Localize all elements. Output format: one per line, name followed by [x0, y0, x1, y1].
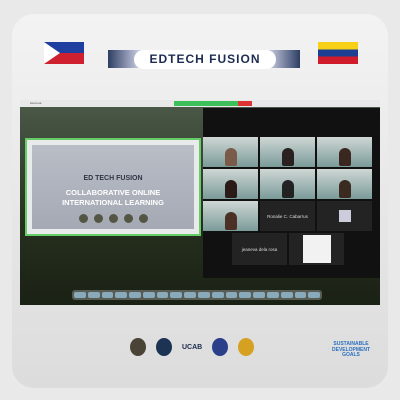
participant-name-tile[interactable]: jeaneva dela rosa: [232, 233, 287, 265]
venezuela-flag-icon: [318, 42, 358, 64]
zoom-sharing-indicator[interactable]: [174, 101, 252, 106]
video-tile[interactable]: [260, 169, 315, 199]
university-shield-icon: [156, 338, 172, 356]
participant-avatar-tile[interactable]: [317, 201, 372, 231]
participant-avatar-tile[interactable]: [289, 233, 344, 265]
app-icon[interactable]: [115, 292, 128, 298]
app-icon[interactable]: [294, 292, 307, 298]
page-title: EDTECH FUSION: [134, 50, 276, 69]
app-icon[interactable]: [198, 292, 210, 298]
video-tile[interactable]: [203, 201, 258, 231]
logo-icon: [108, 214, 118, 223]
app-icon[interactable]: [170, 292, 183, 298]
video-tile[interactable]: [260, 137, 315, 167]
dock: [72, 290, 322, 300]
philippines-flag-icon: [44, 42, 84, 64]
app-icon[interactable]: [253, 292, 265, 298]
sdg-logo: SUSTAINABLE DEVELOPMENT GOALS: [332, 341, 371, 358]
slide-title-2: INTERNATIONAL LEARNING: [62, 198, 164, 207]
app-icon[interactable]: [280, 292, 293, 298]
menu-app-name[interactable]: zoom.us: [30, 101, 41, 105]
logo-icon: [123, 214, 133, 223]
video-tile[interactable]: [317, 137, 372, 167]
slide-brand: ED TECH FUSION: [83, 175, 143, 182]
video-tile[interactable]: [317, 169, 372, 199]
video-tile[interactable]: [203, 169, 258, 199]
app-icon[interactable]: [156, 292, 169, 298]
app-icon[interactable]: [225, 292, 238, 298]
slide-logos: [32, 214, 194, 223]
app-icon[interactable]: [308, 292, 321, 298]
logo-icon: [93, 214, 103, 223]
logo-icon: [138, 214, 148, 223]
university-seal-icon: [212, 338, 229, 356]
document-avatar: [302, 235, 331, 263]
ucab-logo: UCAB: [182, 343, 203, 351]
participant-name: Ronalie C. Cabarrus: [267, 213, 308, 219]
app-icon[interactable]: [142, 292, 155, 298]
participant-name-tile[interactable]: Ronalie C. Cabarrus: [260, 201, 315, 231]
slide-title-1: COLLABORATIVE ONLINE: [65, 188, 161, 197]
stop-share-button[interactable]: [238, 101, 252, 106]
video-tile[interactable]: [203, 137, 258, 167]
app-icon[interactable]: [87, 292, 100, 298]
partner-logos: UCAB: [130, 338, 255, 356]
app-icon[interactable]: [211, 292, 224, 298]
logo-icon: [78, 214, 88, 223]
app-icon[interactable]: [129, 292, 141, 298]
zoom-gallery: Ronalie C. Cabarrus jeaneva dela rosa: [203, 108, 380, 278]
shared-screen-window[interactable]: ED TECH FUSION COLLABORATIVE ONLINE INTE…: [25, 138, 201, 236]
app-icon[interactable]: [266, 292, 279, 298]
app-icon[interactable]: [101, 292, 114, 298]
participant-name: jeaneva dela rosa: [241, 246, 278, 252]
avatar: [338, 210, 351, 222]
app-icon[interactable]: [74, 292, 86, 298]
presentation-slide: ED TECH FUSION COLLABORATIVE ONLINE INTE…: [32, 145, 194, 229]
app-icon[interactable]: [184, 292, 197, 298]
university-seal-icon: [130, 338, 146, 356]
university-seal-icon: [238, 338, 255, 356]
app-icon[interactable]: [239, 292, 252, 298]
desktop-screenshot: zoom.us ED TECH FUSION COLLABORATIVE ONL…: [20, 100, 380, 305]
